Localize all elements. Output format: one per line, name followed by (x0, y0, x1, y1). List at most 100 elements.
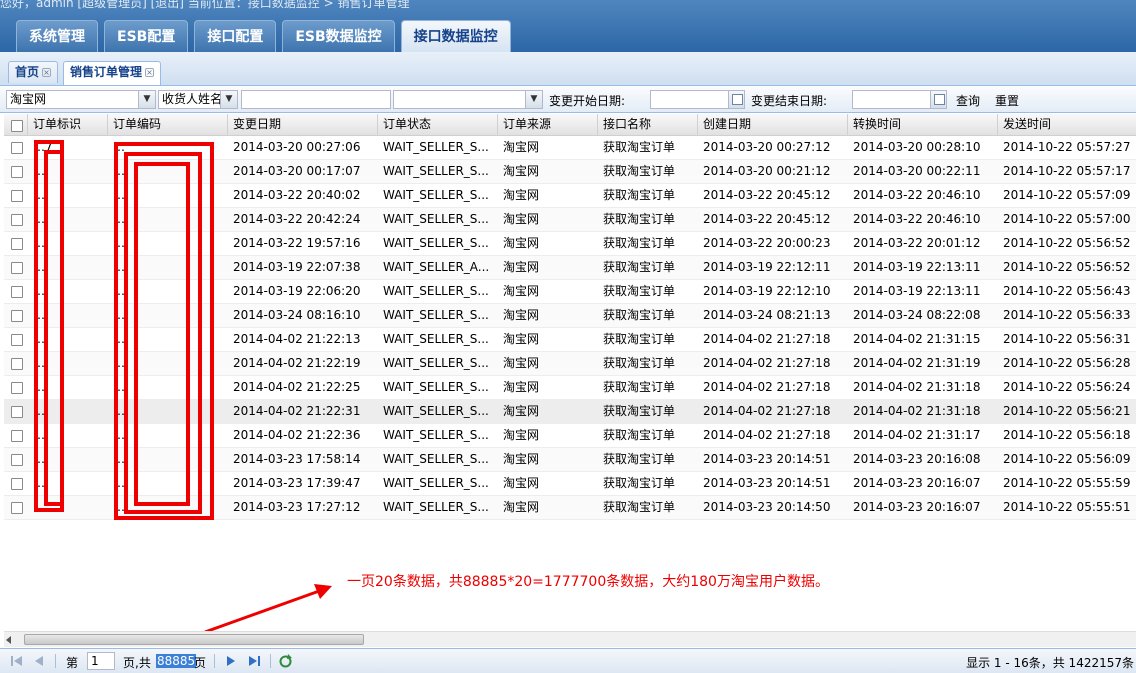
scrollbar-thumb[interactable] (24, 634, 364, 645)
row-checkbox[interactable] (11, 430, 23, 442)
cell-order-status: WAIT_SELLER_A... (383, 260, 490, 274)
cell-change-date: 2014-03-22 19:57:16 (233, 236, 361, 250)
page-tab-sales-orders[interactable]: 销售订单管理 × (63, 61, 162, 85)
col-send-time[interactable]: 发送时间 (998, 114, 1136, 136)
page-tab-home[interactable]: 首页 × (8, 61, 59, 83)
cell-send-time: 2014-10-22 05:57:27 (1003, 140, 1131, 154)
cell-change-date: 2014-03-19 22:07:38 (233, 260, 361, 274)
cell-change-date: 2014-03-20 00:27:06 (233, 140, 361, 154)
cell-convert-time: 2014-03-22 20:46:10 (853, 212, 981, 226)
prev-page-icon[interactable] (34, 655, 44, 667)
nav-tab-interface-config[interactable]: 接口配置 (194, 20, 277, 52)
calendar-icon[interactable] (930, 91, 946, 108)
nav-tab-interface-monitor[interactable]: 接口数据监控 (400, 20, 511, 52)
col-order-code[interactable]: 订单编码 (108, 114, 228, 136)
col-order-id[interactable]: 订单标识 (28, 114, 108, 136)
field-select-combo[interactable]: 收货人姓名 ▼ (158, 90, 238, 109)
col-order-source[interactable]: 订单来源 (498, 114, 598, 136)
main-nav: 系统管理 ESB配置 接口配置 ESB数据监控 接口数据监控 (16, 20, 511, 52)
chevron-down-icon[interactable]: ▼ (138, 91, 155, 108)
col-interface-name[interactable]: 接口名称 (598, 114, 698, 136)
col-convert-time[interactable]: 转换时间 (848, 114, 998, 136)
query-button[interactable]: 查询 (956, 92, 980, 109)
nav-tab-esb-config[interactable]: ESB配置 (104, 20, 189, 52)
cell-created-date: 2014-03-22 20:45:12 (703, 212, 831, 226)
redaction-mark (134, 162, 190, 506)
separator (270, 654, 271, 668)
cell-interface-name: 获取淘宝订单 (603, 212, 676, 226)
page-number-input[interactable]: 1 (87, 652, 115, 670)
select-all-checkbox[interactable] (11, 120, 23, 132)
refresh-icon[interactable] (278, 654, 293, 669)
cell-interface-name: 获取淘宝订单 (603, 164, 676, 178)
row-checkbox[interactable] (11, 190, 23, 202)
row-checkbox[interactable] (11, 262, 23, 274)
row-checkbox[interactable] (11, 286, 23, 298)
cell-order-status: WAIT_SELLER_S... (383, 212, 489, 226)
cell-order-status: WAIT_SELLER_S... (383, 428, 489, 442)
cell-created-date: 2014-03-22 20:00:23 (703, 236, 831, 250)
cell-order-status: WAIT_SELLER_S... (383, 164, 489, 178)
cell-order-source: 淘宝网 (503, 332, 540, 346)
cell-order-source: 淘宝网 (503, 404, 540, 418)
cell-send-time: 2014-10-22 05:56:18 (1003, 428, 1131, 442)
nav-tab-system[interactable]: 系统管理 (16, 20, 98, 52)
row-checkbox[interactable] (11, 214, 23, 226)
row-checkbox[interactable] (11, 382, 23, 394)
chevron-down-icon[interactable]: ▼ (525, 91, 542, 108)
row-checkbox[interactable] (11, 478, 23, 490)
of-pages-label: 页,共 (123, 656, 151, 670)
first-page-icon[interactable] (10, 655, 24, 667)
row-checkbox[interactable] (11, 310, 23, 322)
next-page-icon[interactable] (226, 655, 236, 667)
cell-order-source: 淘宝网 (503, 356, 540, 370)
row-checkbox[interactable] (11, 358, 23, 370)
source-combo-value: 淘宝网 (10, 92, 47, 106)
cell-order-status: WAIT_SELLER_S... (383, 284, 489, 298)
status-combo[interactable]: ▼ (393, 90, 543, 109)
cell-interface-name: 获取淘宝订单 (603, 500, 676, 514)
cell-order-source: 淘宝网 (503, 164, 540, 178)
close-icon[interactable]: × (42, 68, 52, 77)
source-combo[interactable]: 淘宝网 ▼ (6, 90, 156, 109)
row-checkbox[interactable] (11, 454, 23, 466)
grid-header: 订单标识 订单编码 变更日期 订单状态 订单来源 接口名称 创建日期 转换时间 … (4, 114, 1136, 136)
row-checkbox[interactable] (11, 166, 23, 178)
last-page-icon[interactable] (248, 655, 262, 667)
cell-send-time: 2014-10-22 05:56:21 (1003, 404, 1131, 418)
cell-send-time: 2014-10-22 05:56:52 (1003, 236, 1131, 250)
orders-grid: 订单标识 订单编码 变更日期 订单状态 订单来源 接口名称 创建日期 转换时间 … (4, 114, 1136, 631)
cell-change-date: 2014-04-02 21:22:13 (233, 332, 361, 346)
cell-order-source: 淘宝网 (503, 476, 540, 490)
cell-order-status: WAIT_SELLER_S... (383, 476, 489, 490)
close-icon[interactable]: × (145, 68, 155, 77)
row-checkbox[interactable] (11, 238, 23, 250)
row-checkbox[interactable] (11, 142, 23, 154)
row-checkbox[interactable] (11, 502, 23, 514)
cell-order-source: 淘宝网 (503, 140, 540, 154)
col-order-status[interactable]: 订单状态 (378, 114, 498, 136)
keyword-input[interactable] (241, 90, 391, 109)
scroll-left-icon[interactable] (6, 636, 11, 644)
reset-button[interactable]: 重置 (995, 92, 1019, 109)
horizontal-scrollbar[interactable] (4, 631, 1136, 647)
cell-order-status: WAIT_SELLER_S... (383, 308, 489, 322)
col-change-date[interactable]: 变更日期 (228, 114, 378, 136)
cell-order-status: WAIT_SELLER_S... (383, 452, 489, 466)
cell-send-time: 2014-10-22 05:56:31 (1003, 332, 1131, 346)
field-select-value: 收货人姓名 (162, 92, 223, 106)
end-date-input[interactable] (852, 90, 947, 109)
chevron-down-icon[interactable]: ▼ (220, 91, 237, 108)
annotation-text: 一页20条数据，共88885*20=1777700条数据，大约180万淘宝用户数… (347, 574, 829, 590)
cell-change-date: 2014-04-02 21:22:19 (233, 356, 361, 370)
cell-interface-name: 获取淘宝订单 (603, 356, 676, 370)
row-checkbox[interactable] (11, 406, 23, 418)
cell-convert-time: 2014-04-02 21:31:18 (853, 404, 981, 418)
row-checkbox[interactable] (11, 334, 23, 346)
nav-tab-esb-monitor[interactable]: ESB数据监控 (282, 20, 395, 52)
start-date-input[interactable] (650, 90, 745, 109)
col-created-date[interactable]: 创建日期 (698, 114, 848, 136)
header-status-text: 您好，admin [超级管理员] [退出] 当前位置：接口数据监控 > 销售订单… (0, 0, 410, 10)
cell-interface-name: 获取淘宝订单 (603, 428, 676, 442)
calendar-icon[interactable] (728, 91, 744, 108)
